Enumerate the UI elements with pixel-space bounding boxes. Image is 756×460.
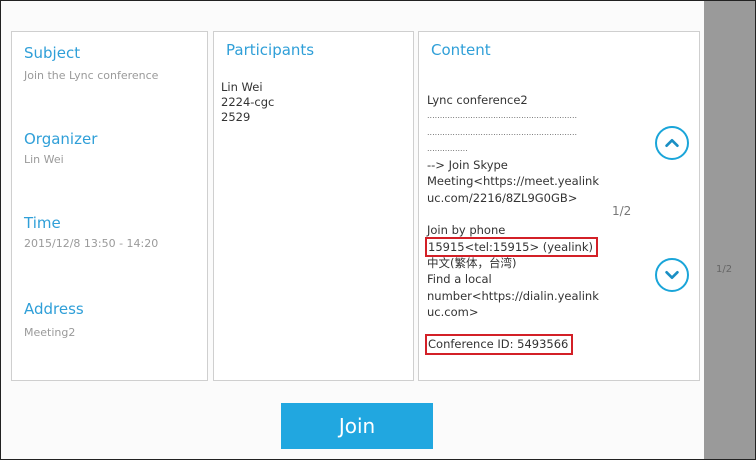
join-button[interactable]: Join bbox=[281, 403, 433, 449]
content-line: --> Join Skype bbox=[427, 158, 508, 173]
participant-item: 2529 bbox=[221, 110, 251, 124]
details-panel: Subject Join the Lync conference Organiz… bbox=[11, 31, 208, 381]
time-label: Time bbox=[24, 214, 61, 232]
content-line: ................ bbox=[427, 143, 468, 153]
content-line: Find a local bbox=[427, 272, 492, 287]
subject-value: Join the Lync conference bbox=[24, 69, 159, 82]
content-line: ........................................… bbox=[427, 127, 578, 137]
content-line: Join by phone bbox=[427, 223, 506, 238]
chevron-up-icon bbox=[665, 138, 679, 148]
screen-frame: 1/2 Subject Join the Lync conference Org… bbox=[0, 0, 756, 460]
scroll-down-button[interactable] bbox=[655, 258, 689, 292]
page-indicator: 1/2 bbox=[612, 204, 632, 218]
background-page-indicator: 1/2 bbox=[716, 264, 733, 275]
content-line: uc.com/2216/8ZL9G0GB> bbox=[427, 190, 578, 205]
content-label: Content bbox=[431, 41, 491, 59]
phone-number-highlight: 15915<tel:15915> (yealink) bbox=[425, 236, 598, 258]
participant-item: 2224-cgc bbox=[221, 95, 275, 109]
chevron-down-icon bbox=[665, 270, 679, 280]
content-line bbox=[427, 206, 612, 222]
scroll-up-button[interactable] bbox=[655, 126, 689, 160]
subject-label: Subject bbox=[24, 44, 81, 62]
content-line: Meeting<https://meet.yealink bbox=[427, 174, 600, 189]
content-line: 中文(繁体，台湾) bbox=[427, 255, 517, 270]
content-line: ........................................… bbox=[427, 111, 578, 121]
participants-label: Participants bbox=[226, 41, 315, 59]
conference-id-highlight: Conference ID: 5493566 bbox=[424, 334, 574, 355]
address-label: Address bbox=[24, 300, 84, 318]
content-line: uc.com> bbox=[427, 304, 479, 319]
participant-item: Lin Wei bbox=[221, 80, 263, 94]
organizer-value: Lin Wei bbox=[24, 153, 64, 166]
participants-list: Lin Wei 2224-cgc 2529 bbox=[221, 80, 274, 125]
content-line: number<https://dialin.yealink bbox=[427, 288, 599, 303]
background-screen bbox=[701, 1, 755, 459]
address-value: Meeting2 bbox=[24, 326, 76, 339]
participants-panel: Participants Lin Wei 2224-cgc 2529 bbox=[213, 31, 414, 381]
content-line bbox=[427, 320, 612, 336]
meeting-details-dialog: Subject Join the Lync conference Organiz… bbox=[1, 1, 704, 459]
content-line: Lync conference2 bbox=[427, 93, 528, 107]
content-text: Lync conference2 .......................… bbox=[424, 92, 612, 355]
organizer-label: Organizer bbox=[24, 130, 98, 148]
time-value: 2015/12/8 13:50 - 14:20 bbox=[24, 237, 159, 250]
content-panel[interactable]: Content Lync conference2 ...............… bbox=[418, 31, 700, 381]
